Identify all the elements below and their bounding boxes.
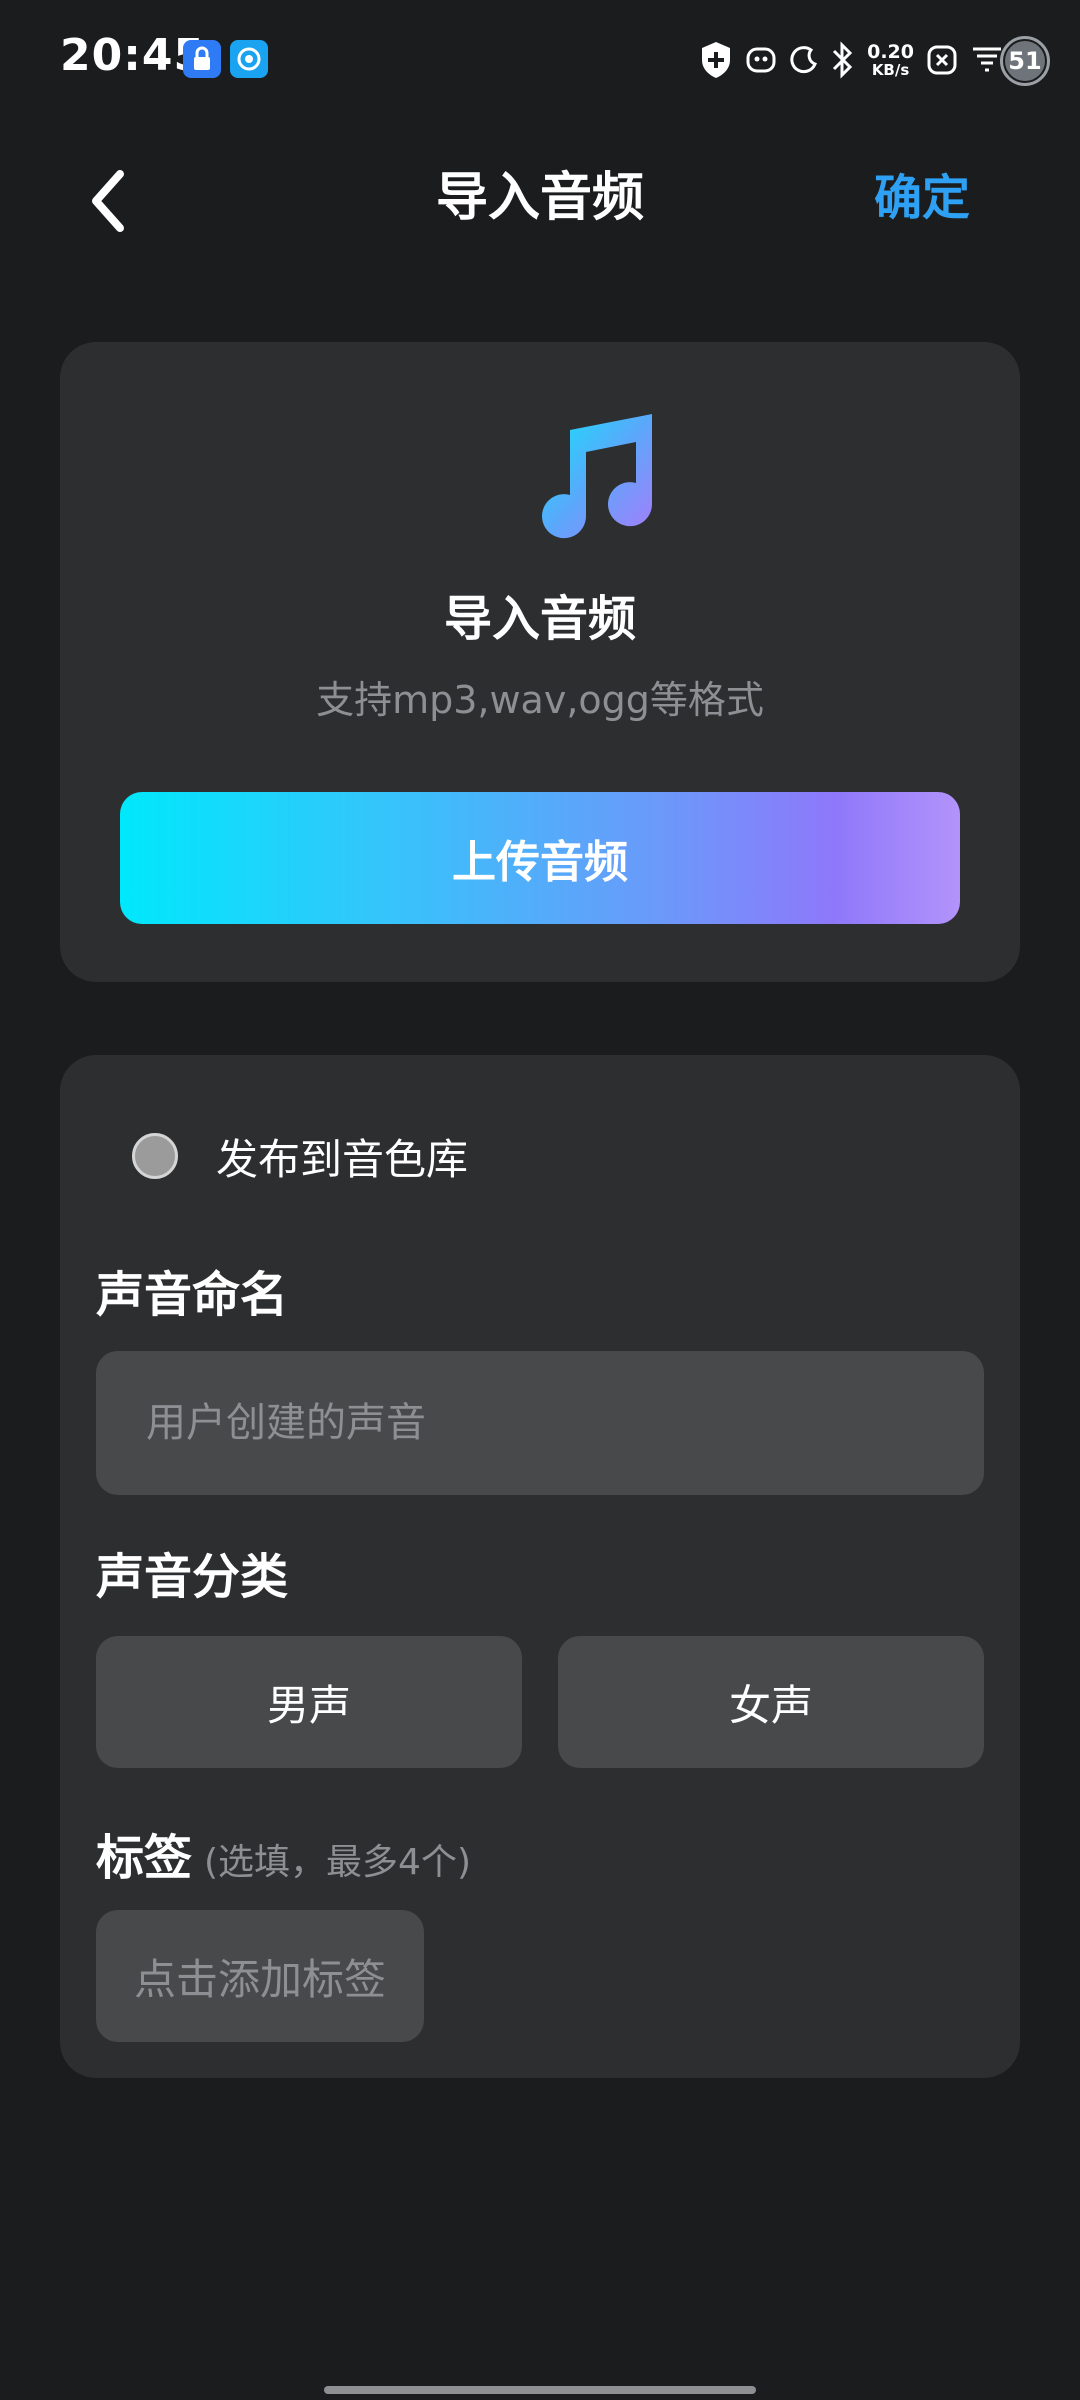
battery-level: 51 <box>1005 41 1045 81</box>
confirm-button[interactable]: 确定 <box>874 160 970 236</box>
publish-label: 发布到音色库 <box>216 1134 469 1184</box>
male-voice-option[interactable]: 男声 <box>96 1636 522 1768</box>
battery-indicator: 51 <box>1000 36 1050 86</box>
home-indicator[interactable] <box>324 2386 756 2394</box>
publish-to-library-toggle[interactable]: 发布到音色库 <box>132 1113 468 1199</box>
moon-icon <box>789 44 819 76</box>
upload-audio-button[interactable]: 上传音频 <box>120 792 960 924</box>
status-bar: 20:45 0.20 KB/s 51 <box>0 0 1080 120</box>
face-icon <box>745 44 777 76</box>
tags-label: 标签 <box>96 1830 193 1886</box>
voice-name-label: 声音命名 <box>96 1267 289 1323</box>
lock-app-icon <box>183 40 221 78</box>
status-icons: 0.20 KB/s <box>699 36 1004 84</box>
add-tag-button[interactable]: 点击添加标签 <box>96 1910 424 2042</box>
tags-hint: (选填，最多4个) <box>204 1842 472 1883</box>
bluetooth-icon <box>831 40 855 80</box>
shield-plus-icon <box>699 40 733 80</box>
upload-subtitle: 支持mp3,wav,ogg等格式 <box>316 678 764 722</box>
upload-title: 导入音频 <box>443 591 636 647</box>
wifi-icon <box>970 41 1004 79</box>
radio-button[interactable] <box>132 1133 178 1179</box>
voice-category-label: 声音分类 <box>96 1549 289 1605</box>
sync-app-icon <box>230 40 268 78</box>
music-note-icon <box>530 404 670 544</box>
net-speed-value: 0.20 <box>867 40 914 63</box>
nfc-x-icon <box>926 44 958 76</box>
form-card: 发布到音色库 声音命名 声音分类 男声 女声 标签 (选填，最多4个) 点击添加标… <box>60 1055 1020 2078</box>
net-speed-unit: KB/s <box>871 60 910 79</box>
top-bar: 导入音频 确定 <box>0 140 1080 260</box>
tags-heading: 标签 (选填，最多4个) <box>96 1823 471 1898</box>
upload-card: 导入音频 支持mp3,wav,ogg等格式 上传音频 <box>60 342 1020 982</box>
female-voice-option[interactable]: 女声 <box>558 1636 984 1768</box>
network-speed: 0.20 KB/s <box>867 40 914 79</box>
voice-name-input[interactable] <box>96 1351 984 1495</box>
